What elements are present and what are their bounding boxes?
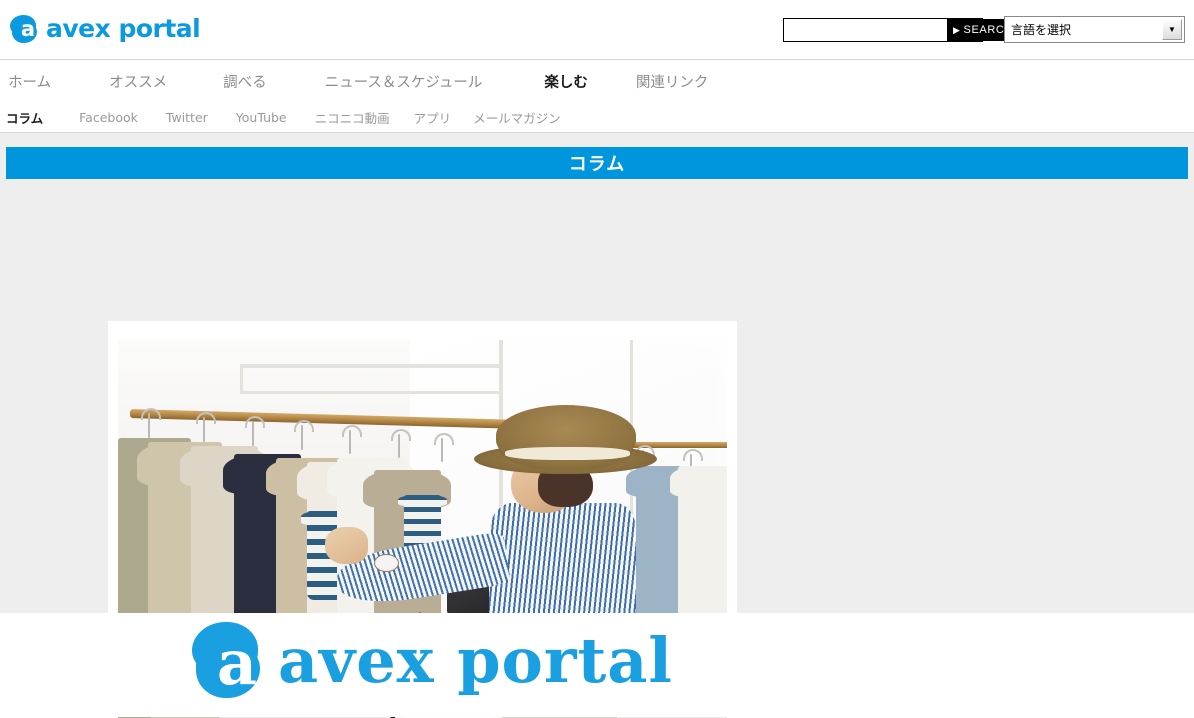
photo-hanger xyxy=(433,432,454,463)
nav-primary-item-2[interactable]: 調べる xyxy=(223,71,267,92)
site-header: a avex portal ▶ SEARCH 言語を選択 ▼ xyxy=(0,0,1194,60)
photo-person-hand xyxy=(325,527,368,564)
language-select-value: 言語を選択 xyxy=(1011,23,1072,37)
photo-window-frame-bottom xyxy=(239,390,502,394)
main-content-area: コラム xyxy=(0,133,1194,718)
photo-hanger xyxy=(293,420,314,450)
footer-logo-letter-a: a xyxy=(216,626,258,699)
chevron-down-icon[interactable]: ▼ xyxy=(1162,19,1182,40)
nav-primary-item-4[interactable]: 楽しむ xyxy=(544,71,588,92)
avex-logo-mark-icon-large: a xyxy=(190,618,276,704)
language-select[interactable]: 言語を選択 ▼ xyxy=(1004,16,1185,43)
nav-primary-item-5[interactable]: 関連リンク xyxy=(636,71,709,92)
nav-primary-item-0[interactable]: ホーム xyxy=(8,71,51,92)
nav-secondary-item-0[interactable]: コラム xyxy=(6,108,43,127)
primary-navigation: ホーム オススメ 調べる ニュース＆スケジュール 楽しむ 関連リンク xyxy=(0,60,1194,102)
search-form[interactable]: ▶ SEARCH xyxy=(783,18,1019,42)
photo-window-frame-top xyxy=(239,364,502,369)
search-input[interactable] xyxy=(784,19,947,41)
footer-logo: a avex portal xyxy=(190,618,673,704)
nav-primary-item-1[interactable]: オススメ xyxy=(109,71,167,92)
photo-person-hat-band xyxy=(504,446,630,460)
footer-brand-area: a avex portal http://avexnet.jp/ xyxy=(0,613,1194,717)
nav-secondary-item-6[interactable]: メールマガジン xyxy=(473,108,561,127)
photo-hanger xyxy=(391,428,412,459)
nav-secondary-item-3[interactable]: YouTube xyxy=(236,110,287,125)
photo-hanger xyxy=(196,412,217,442)
nav-primary-item-3[interactable]: ニュース＆スケジュール xyxy=(325,71,483,92)
photo-window-frame-left xyxy=(239,364,243,393)
footer-logo-wordmark: avex portal xyxy=(278,624,673,697)
avex-logo-mark-icon: a xyxy=(10,14,44,44)
page-title-banner: コラム xyxy=(6,147,1188,179)
page-title: コラム xyxy=(568,154,626,175)
secondary-navigation: コラム Facebook Twitter YouTube ニコニコ動画 アプリ メールマガジ… xyxy=(0,102,1194,133)
logo-letter-a: a xyxy=(20,17,36,41)
site-logo[interactable]: a avex portal xyxy=(10,12,201,46)
play-triangle-icon: ▶ xyxy=(953,24,961,35)
nav-secondary-item-1[interactable]: Facebook xyxy=(79,110,138,125)
nav-secondary-item-5[interactable]: アプリ xyxy=(414,108,452,127)
photo-hanger xyxy=(244,416,265,446)
nav-secondary-item-2[interactable]: Twitter xyxy=(166,110,208,125)
logo-wordmark: avex portal xyxy=(46,14,201,43)
nav-secondary-item-4[interactable]: ニコニコ動画 xyxy=(315,108,390,127)
